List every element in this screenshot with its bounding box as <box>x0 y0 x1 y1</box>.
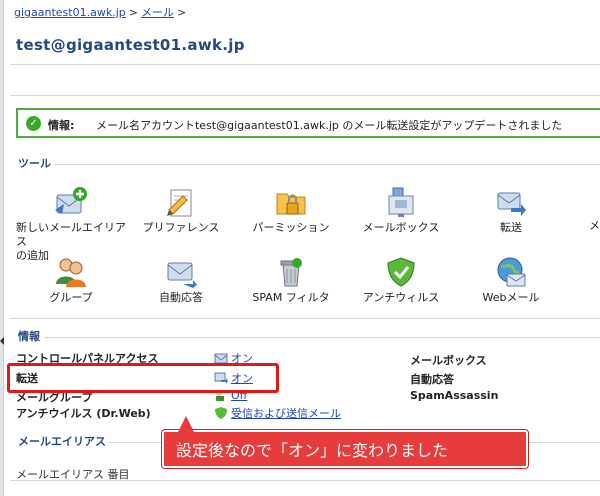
spam-filter-icon <box>275 256 307 288</box>
forwarding-icon <box>495 186 527 218</box>
info-key-autoresponder: 自動応答 <box>410 373 454 386</box>
tool-label: パーミッション <box>252 221 330 234</box>
message-label: 情報: <box>48 119 75 132</box>
tool-label: Webメール <box>482 291 540 304</box>
webmail-icon <box>495 256 527 288</box>
info-key-antivirus: アンチウイルス (Dr.Web) <box>16 407 151 420</box>
tool-label: アンチウィルス <box>362 291 440 304</box>
aliases-column-header: メールエイリアス 番目 <box>16 468 130 481</box>
tool-permissions[interactable]: パーミッション <box>236 186 346 235</box>
group-icon <box>55 256 87 288</box>
divider <box>10 95 600 96</box>
aliases-heading: メールエイリアス <box>18 435 106 448</box>
antivirus-icon <box>385 256 417 288</box>
check-icon: ✓ <box>26 116 41 131</box>
breadcrumb-mail-link[interactable]: メール <box>141 6 174 19</box>
tool-label: 転送 <box>500 221 522 234</box>
tool-label: SPAM フィルタ <box>252 291 330 304</box>
highlight-box <box>7 363 279 393</box>
antivirus-link[interactable]: 受信および送信メール <box>231 407 341 420</box>
divider <box>10 64 600 65</box>
divider <box>44 337 600 338</box>
tool-webmail[interactable]: Webメール <box>456 256 566 305</box>
tool-antivirus[interactable]: アンチウィルス <box>346 256 456 305</box>
tool-forwarding[interactable]: 転送 <box>456 186 566 235</box>
divider <box>10 318 600 319</box>
tools-heading: ツール <box>18 157 51 170</box>
breadcrumb-separator: > <box>128 6 138 19</box>
mailbox-icon <box>385 186 417 218</box>
shield-small-icon <box>215 407 227 419</box>
divider <box>54 164 600 165</box>
breadcrumb-separator: > <box>176 6 187 19</box>
add-mail-alias-icon <box>54 186 87 218</box>
annotation-callout: 設定後なので「オン」に変わりました <box>162 416 528 468</box>
tool-spam-filter[interactable]: SPAM フィルタ <box>236 256 346 305</box>
success-message: ✓ 情報: メール名アカウントtest@gigaantest01.awk.jp … <box>16 108 600 138</box>
page-title: test@gigaantest01.awk.jp <box>16 36 245 54</box>
tool-mailbox[interactable]: メールボックス <box>346 186 456 235</box>
breadcrumb: gigaantest01.awk.jp > メール > <box>14 4 189 20</box>
info-value-antivirus: 受信および送信メール <box>214 405 341 421</box>
breadcrumb-domain-link[interactable]: gigaantest01.awk.jp <box>14 6 126 19</box>
info-key-mailbox: メールボックス <box>410 354 487 367</box>
tool-label-cut: メ <box>589 219 600 232</box>
left-panel-strip[interactable] <box>0 0 4 496</box>
message-text: メール名アカウントtest@gigaantest01.awk.jp のメール転送… <box>96 119 563 132</box>
tool-label: 新しいメールエイリアス <box>16 221 126 248</box>
preferences-icon <box>165 186 197 218</box>
tool-label: プリファレンス <box>142 221 220 234</box>
tool-preferences[interactable]: プリファレンス <box>126 186 236 235</box>
info-key-spamassassin: SpamAssassin <box>410 389 499 402</box>
tool-label: グループ <box>49 291 93 304</box>
tool-group[interactable]: グループ <box>16 256 126 305</box>
permissions-icon <box>275 186 307 218</box>
tool-label: 自動応答 <box>159 291 203 304</box>
collapse-arrow-icon[interactable] <box>0 337 4 345</box>
autoresponder-icon <box>165 256 197 288</box>
tool-autoresponder[interactable]: 自動応答 <box>126 256 236 305</box>
tool-add-mail-alias[interactable]: 新しいメールエイリアス の追加 <box>16 186 126 263</box>
tool-label: メールボックス <box>362 221 440 234</box>
info-heading: 情報 <box>18 330 40 343</box>
